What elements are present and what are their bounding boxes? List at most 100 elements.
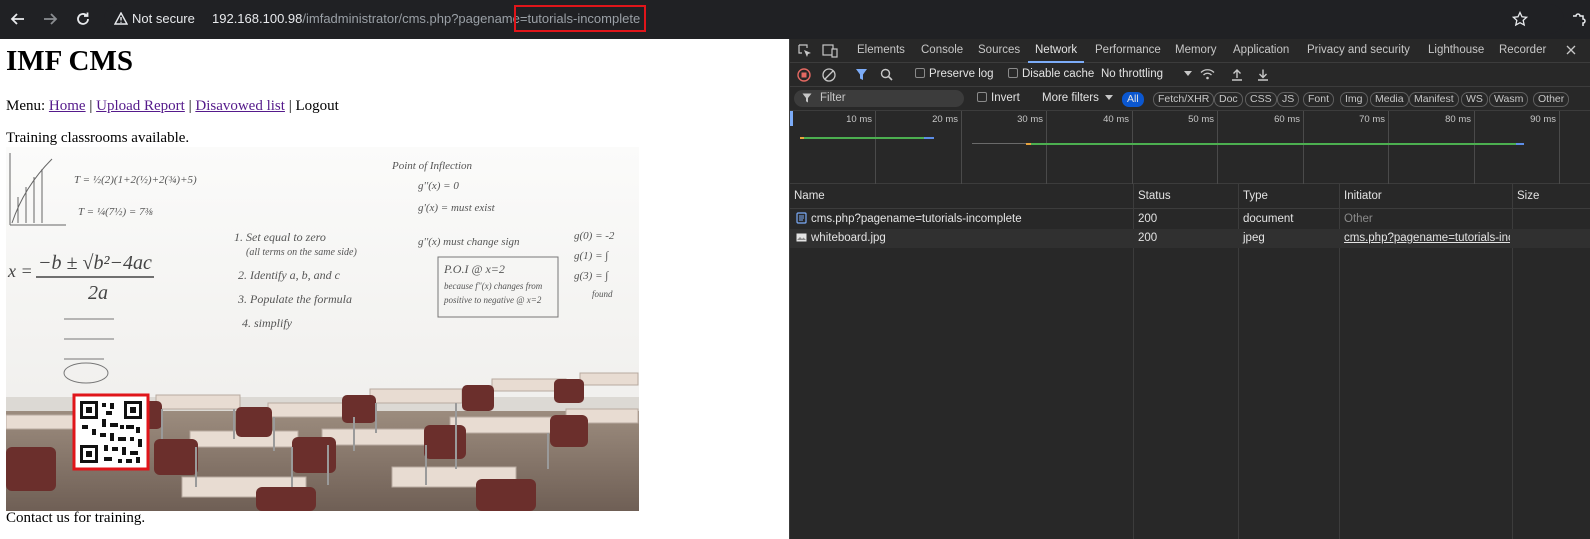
- warning-icon: [114, 12, 128, 25]
- column-header-name[interactable]: Name: [790, 184, 825, 209]
- request-name: cms.php?pagename=tutorials-incomplete: [792, 210, 1132, 229]
- tab-application[interactable]: Application: [1233, 44, 1289, 56]
- tab-memory[interactable]: Memory: [1175, 44, 1217, 56]
- network-overview-timeline[interactable]: 10 ms 20 ms 30 ms 40 ms 50 ms 60 ms 70 m…: [790, 111, 1590, 184]
- disable-cache-checkbox[interactable]: [1008, 68, 1018, 78]
- security-indicator[interactable]: Not secure: [114, 11, 195, 26]
- search-icon: [880, 68, 893, 81]
- filter-chip-font[interactable]: Font: [1303, 92, 1335, 107]
- filter-chip-all[interactable]: All: [1122, 92, 1144, 107]
- timeline-tick: 60 ms: [1274, 111, 1304, 184]
- tab-console[interactable]: Console: [921, 44, 963, 56]
- timeline-bar: [924, 137, 934, 139]
- filter-placeholder: Filter: [820, 92, 846, 104]
- network-request-table: Name Status Type Initiator Size cms.php?…: [790, 184, 1590, 539]
- disable-cache-toggle[interactable]: Disable cache: [1008, 68, 1094, 80]
- table-row[interactable]: whiteboard.jpg 200 jpeg cms.php?pagename…: [790, 229, 1590, 248]
- search-button[interactable]: [880, 68, 893, 81]
- menu-link-home[interactable]: Home: [49, 98, 86, 114]
- address-bar[interactable]: Not secure 192.168.100.98/imfadministrat…: [104, 4, 1564, 34]
- timeline-bar: [804, 137, 924, 139]
- arrow-right-icon: [44, 13, 58, 25]
- extensions-button[interactable]: [1566, 7, 1590, 31]
- timeline-tick: 20 ms: [932, 111, 962, 184]
- tab-privacy-and-security[interactable]: Privacy and security: [1307, 44, 1410, 56]
- filter-icon: [802, 93, 812, 103]
- whiteboard-poi: P.O.I @ x=2: [443, 262, 505, 276]
- timeline-tick: 90 ms: [1530, 111, 1560, 184]
- timeline-tick: 30 ms: [1017, 111, 1047, 184]
- whiteboard-deriv-1: g''(x) = 0: [418, 180, 459, 192]
- tab-sources[interactable]: Sources: [978, 44, 1020, 56]
- import-har-button[interactable]: [1231, 68, 1243, 81]
- filter-chip-wasm[interactable]: Wasm: [1489, 92, 1529, 107]
- whiteboard-image: T = ½(2)(1+2(½)+2(¾)+5) T = ¼(7½) = 7⅜ x…: [6, 147, 639, 511]
- menu-link-disavowed-list[interactable]: Disavowed list: [195, 98, 285, 114]
- clear-button[interactable]: [822, 68, 836, 82]
- network-conditions-button[interactable]: [1200, 68, 1215, 81]
- image-icon: [796, 233, 807, 242]
- page-title: IMF CMS: [6, 45, 133, 77]
- request-type: jpeg: [1243, 232, 1265, 244]
- whiteboard-step-2: 2. Identify a, b, and c: [238, 268, 341, 282]
- more-filters-dropdown[interactable]: More filters: [1042, 92, 1114, 104]
- tab-network[interactable]: Network: [1035, 44, 1077, 56]
- filter-chip-other[interactable]: Other: [1533, 92, 1570, 107]
- disable-cache-label: Disable cache: [1022, 68, 1095, 80]
- request-initiator: Other: [1344, 213, 1373, 225]
- invert-checkbox[interactable]: [977, 92, 987, 102]
- filter-chip-css[interactable]: CSS: [1245, 92, 1277, 107]
- menu-link-upload-report[interactable]: Upload Report: [96, 98, 185, 114]
- forward-button[interactable]: [38, 7, 62, 31]
- menu-separator: |: [89, 98, 93, 114]
- filter-chip-ws[interactable]: WS: [1461, 92, 1488, 107]
- filter-chip-doc[interactable]: Doc: [1214, 92, 1243, 107]
- whiteboard-step-1-note: (all terms on the same side): [246, 247, 357, 258]
- invert-toggle[interactable]: Invert: [977, 92, 1020, 104]
- url-text[interactable]: 192.168.100.98/imfadministrator/cms.php?…: [212, 5, 647, 32]
- reload-button[interactable]: [71, 7, 95, 31]
- preserve-log-label: Preserve log: [929, 68, 994, 80]
- close-devtools-icon[interactable]: [1565, 44, 1577, 56]
- stop-recording-button[interactable]: [797, 68, 811, 82]
- arrow-left-icon: [10, 13, 24, 25]
- request-initiator-link[interactable]: cms.php?pagename=tutorials-inco: [1340, 229, 1510, 248]
- device-toolbar-icon[interactable]: [822, 44, 838, 58]
- preserve-log-toggle[interactable]: Preserve log: [915, 68, 994, 80]
- devtools-panel: Elements Console Sources Network Perform…: [789, 39, 1590, 539]
- tab-performance[interactable]: Performance: [1095, 44, 1161, 56]
- filter-chip-media[interactable]: Media: [1370, 92, 1409, 107]
- table-row[interactable]: cms.php?pagename=tutorials-incomplete 20…: [790, 210, 1590, 229]
- back-button[interactable]: [6, 7, 30, 31]
- column-header-type[interactable]: Type: [1239, 184, 1268, 209]
- whiteboard-g3: g(3) = ∫: [574, 270, 609, 282]
- column-header-size[interactable]: Size: [1513, 184, 1540, 209]
- whiteboard-eq2: T = ¼(7½) = 7⅜: [78, 206, 153, 218]
- url-path: /imfadministrator/cms.php?pagename: [302, 11, 520, 26]
- tab-lighthouse[interactable]: Lighthouse: [1428, 44, 1484, 56]
- filter-chip-js[interactable]: JS: [1277, 92, 1300, 107]
- request-status: 200: [1138, 232, 1158, 244]
- timeline-selection-handle[interactable]: [790, 111, 793, 126]
- export-har-button[interactable]: [1257, 68, 1269, 81]
- security-label: Not secure: [132, 11, 195, 26]
- filter-toggle-button[interactable]: [855, 68, 868, 81]
- tab-elements[interactable]: Elements: [857, 44, 905, 56]
- menu-prefix: Menu:: [6, 98, 46, 114]
- preserve-log-checkbox[interactable]: [915, 68, 925, 78]
- whiteboard-formula-lhs: x =: [7, 261, 33, 281]
- filter-chip-fetch-xhr[interactable]: Fetch/XHR: [1153, 92, 1215, 107]
- filter-chip-img[interactable]: Img: [1340, 92, 1368, 107]
- tab-recorder[interactable]: Recorder: [1499, 44, 1546, 56]
- throttling-select[interactable]: No throttling: [1101, 68, 1193, 80]
- inspect-element-icon[interactable]: [798, 44, 812, 58]
- filter-input[interactable]: Filter: [794, 90, 964, 107]
- bookmark-button[interactable]: [1508, 7, 1532, 31]
- menu-separator: |: [288, 98, 292, 114]
- column-header-initiator[interactable]: Initiator: [1340, 184, 1382, 209]
- chevron-down-icon: [1184, 71, 1193, 77]
- filter-chip-manifest[interactable]: Manifest: [1409, 92, 1459, 107]
- invert-label: Invert: [991, 92, 1020, 104]
- column-header-status[interactable]: Status: [1134, 184, 1171, 209]
- web-page: IMF CMS Menu: Home | Upload Report | Dis…: [0, 39, 789, 539]
